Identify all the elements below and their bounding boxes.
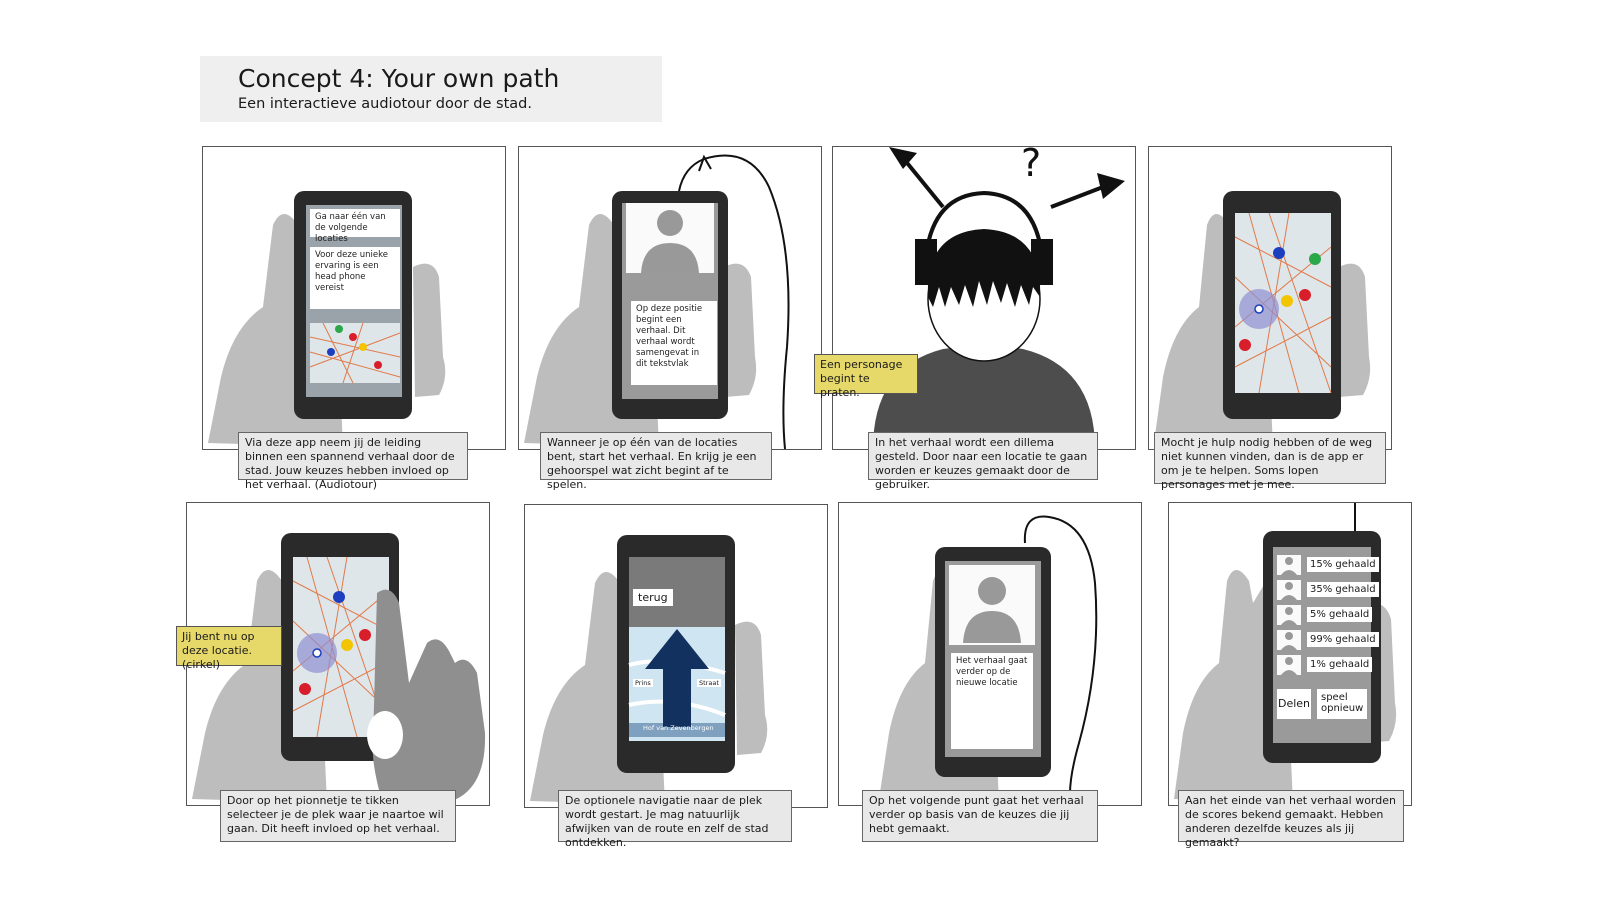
caption-panel-4: Mocht je hulp nodig hebben of de weg nie… — [1154, 432, 1386, 491]
panel-6-illustration — [530, 535, 768, 805]
panel-8-illustration — [1174, 503, 1397, 803]
score-row-5: 1% gehaald — [1307, 657, 1373, 672]
panel-2: Op deze positie begint een verhaal. Dit … — [518, 146, 822, 450]
hand-fingers — [1339, 263, 1371, 397]
street-label: Hof van Zevenbergen — [643, 724, 714, 732]
screen-text-instruction: Ga naar één van de volgende locaties — [310, 209, 400, 244]
caption-panel-2: Wanneer je op één van de locaties bent, … — [540, 432, 772, 491]
screen-text-continue: Het verhaal gaat verder op de nieuwe loc… — [951, 653, 1033, 749]
hand-fingers — [735, 621, 768, 755]
screen-text-story: Op deze positie begint een verhaal. Dit … — [631, 301, 717, 385]
panel-3-illustration — [873, 147, 1125, 449]
panel-1: Ga naar één van de volgende locaties Voo… — [202, 146, 506, 450]
caption-panel-5: Door op het pionnetje te tikken selectee… — [220, 790, 456, 842]
question-mark: ? — [1021, 146, 1042, 185]
replay-button[interactable]: speel opnieuw — [1317, 689, 1367, 719]
panel-7: Het verhaal gaat verder op de nieuwe loc… — [838, 502, 1142, 806]
screen-text-headphone: Voor deze unieke ervaring is een head ph… — [310, 247, 400, 309]
title-box: Concept 4: Your own path Een interactiev… — [200, 56, 662, 122]
caption-panel-7: Op het volgende punt gaat het verhaal ve… — [862, 790, 1098, 842]
caption-panel-3: In het verhaal wordt een dillema gesteld… — [868, 432, 1098, 491]
share-button[interactable]: Delen — [1277, 689, 1311, 719]
street-sign-1: Prins — [633, 679, 653, 687]
score-row-1: 15% gehaald — [1307, 557, 1379, 572]
street-sign-2: Straat — [697, 679, 721, 687]
pointing-finger — [372, 589, 486, 805]
score-row-4: 99% gehaald — [1307, 632, 1379, 647]
note-current-location: Jij bent nu op deze locatie. (cirkel) — [176, 626, 282, 671]
score-row-3: 5% gehaald — [1307, 607, 1373, 622]
back-button[interactable]: terug — [633, 589, 673, 606]
hand-fingers — [413, 263, 446, 397]
hand-fingers — [724, 263, 757, 397]
caption-panel-1: Via deze app neem jij de leiding binnen … — [238, 432, 468, 491]
note-personage: Een personage begint te praten. — [814, 354, 918, 399]
score-row-2: 35% gehaald — [1307, 582, 1379, 597]
panel-6: terug Prins Straat Hof van Zevenbergen — [524, 504, 828, 808]
panel-4 — [1148, 146, 1392, 450]
panel-4-illustration — [1154, 191, 1371, 447]
panel-2-illustration — [524, 154, 790, 449]
panel-3: ? — [832, 146, 1136, 450]
caption-panel-6: De optionele navigatie naar de plek word… — [558, 790, 792, 849]
page-subtitle: Een interactieve audiotour door de stad. — [238, 96, 532, 112]
page-title: Concept 4: Your own path — [238, 64, 560, 93]
panel-8: 15% gehaald 35% gehaald 5% gehaald 99% g… — [1168, 502, 1412, 806]
caption-panel-8: Aan het einde van het verhaal worden de … — [1178, 790, 1404, 849]
